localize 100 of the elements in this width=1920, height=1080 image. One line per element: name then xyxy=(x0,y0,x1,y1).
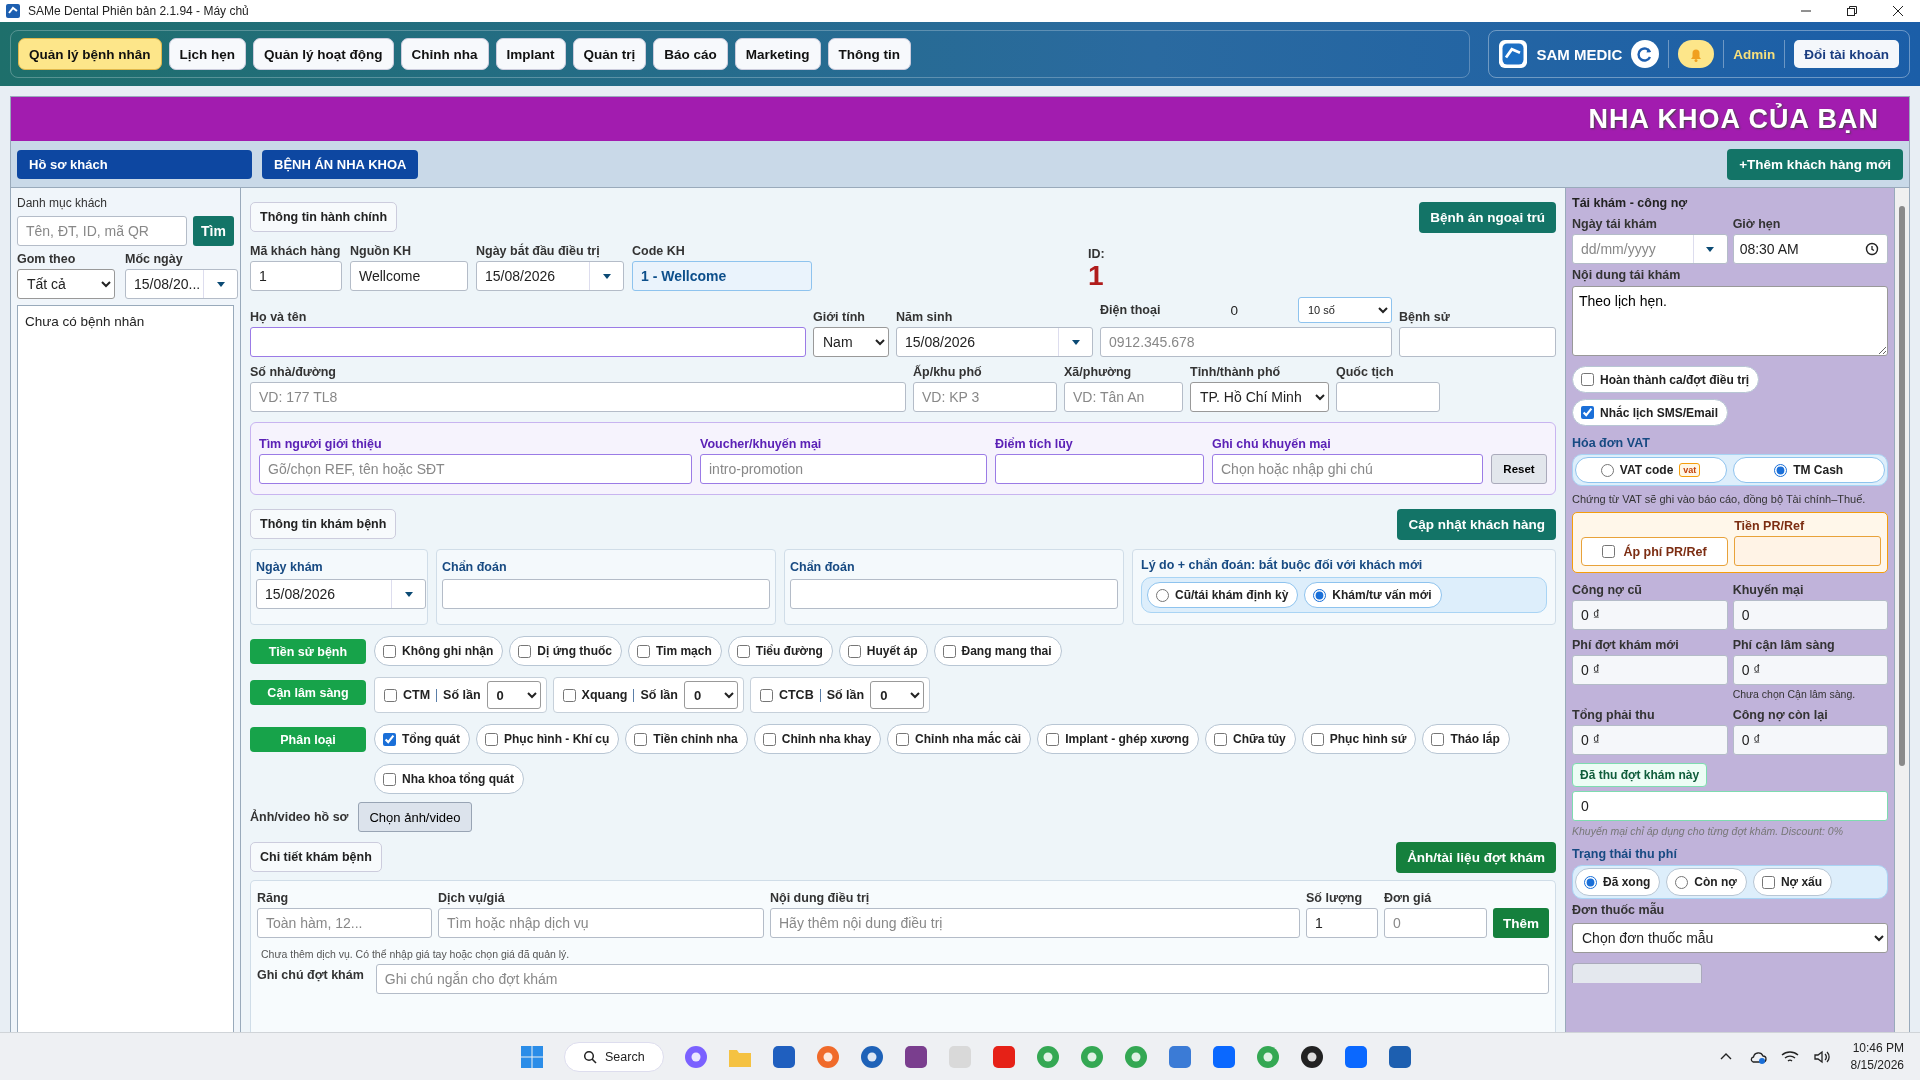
vat-option[interactable]: TM Cash xyxy=(1733,457,1886,483)
checkbox[interactable] xyxy=(383,644,396,658)
category-option[interactable]: Phục hình - Khí cụ xyxy=(476,724,620,754)
status-option[interactable]: Còn nợ xyxy=(1666,868,1747,896)
checkbox[interactable] xyxy=(485,732,498,746)
input-field[interactable]: intro-promotion xyxy=(700,454,987,484)
reset-button[interactable]: Reset xyxy=(1491,454,1547,484)
province-select[interactable]: TP. Hồ Chí Minh xyxy=(1190,382,1329,412)
search-field[interactable]: Tên, ĐT, ID, mã QR xyxy=(17,216,187,246)
checkbox[interactable] xyxy=(383,732,396,746)
amount-field[interactable]: 0 ₫ xyxy=(1732,725,1889,755)
taskbar-search[interactable]: Search xyxy=(564,1041,664,1072)
checkbox[interactable] xyxy=(1761,875,1775,889)
checkbox[interactable] xyxy=(518,644,532,658)
category-option[interactable]: Tháo lắp xyxy=(1422,724,1510,754)
diagnosis-field[interactable] xyxy=(442,579,770,609)
amount-field[interactable]: 0 xyxy=(1732,600,1889,630)
choose-media-button[interactable]: Chọn ảnh/video xyxy=(358,802,472,832)
nav-tab[interactable]: Quản lý bệnh nhân xyxy=(18,38,162,70)
checkbox[interactable] xyxy=(1046,732,1060,746)
speaker-icon[interactable] xyxy=(1812,1049,1831,1064)
checkbox[interactable] xyxy=(634,732,648,746)
add-service-button[interactable]: Thêm xyxy=(1493,908,1549,938)
status-option[interactable]: Đã xong xyxy=(1575,868,1661,896)
name-field[interactable] xyxy=(250,327,806,357)
toolbar-button[interactable]: BỆNH ÁN NHA KHOA xyxy=(262,149,419,179)
switch-account-button[interactable]: Đổi tài khoản xyxy=(1794,40,1899,68)
input-field[interactable] xyxy=(995,454,1204,484)
input-field[interactable]: Hãy thêm nội dung điều trị xyxy=(770,908,1300,938)
history-option[interactable]: Tiểu đường xyxy=(727,636,833,666)
amount-field[interactable]: 0 ₫ xyxy=(1572,655,1728,685)
group-select[interactable]: Tất cả xyxy=(17,269,115,299)
clock[interactable]: 10:46 PM 8/15/2026 xyxy=(1850,1039,1904,1074)
category-option[interactable]: Tiền chỉnh nha xyxy=(625,724,748,754)
toolbar-button[interactable]: Hồ sơ khách xyxy=(17,149,252,179)
nav-tab[interactable]: Lịch hẹn xyxy=(168,38,247,70)
date-field[interactable]: dd/mm/yyyy xyxy=(1572,234,1728,264)
circle-app-icon[interactable] xyxy=(815,1044,840,1069)
category-option[interactable]: Chỉnh nha mắc cài xyxy=(887,724,1032,754)
radio-button[interactable] xyxy=(1774,463,1788,477)
history-option[interactable]: Dị ứng thuốc xyxy=(509,636,622,666)
radio-button[interactable] xyxy=(1675,875,1689,889)
history-option[interactable]: Đang mang thai xyxy=(933,636,1062,666)
count-select[interactable]: 0 xyxy=(683,681,738,709)
option-toggle[interactable]: Nhắc lịch SMS/Email xyxy=(1572,399,1729,426)
checkbox[interactable] xyxy=(637,644,650,658)
phone-field[interactable]: 0912.345.678 xyxy=(1100,327,1392,357)
refresh-icon[interactable] xyxy=(1631,40,1660,68)
scrollbar[interactable] xyxy=(1895,188,1909,1032)
checkbox[interactable] xyxy=(1214,732,1228,746)
wifi-icon[interactable] xyxy=(1780,1049,1799,1064)
input-field[interactable]: 1 xyxy=(1306,908,1378,938)
input-field[interactable]: 0 xyxy=(1384,908,1487,938)
count-select[interactable]: 0 xyxy=(870,681,925,709)
cloud-icon[interactable] xyxy=(1748,1049,1767,1064)
nav-tab[interactable]: Implant xyxy=(495,38,566,70)
category-option[interactable]: Nha khoa tổng quát xyxy=(374,764,524,794)
date-field[interactable]: 15/08/2026 xyxy=(476,261,624,291)
status-option[interactable]: Nợ xấu xyxy=(1752,868,1833,896)
input-field[interactable] xyxy=(1399,327,1556,357)
radio-button[interactable] xyxy=(1313,588,1327,602)
checkbox[interactable] xyxy=(1431,732,1445,746)
note-field[interactable]: Ghi chú ngắn cho đợt khám xyxy=(375,964,1549,994)
digits-select[interactable]: 10 số xyxy=(1298,297,1392,323)
date-field[interactable]: 15/08/2026 xyxy=(896,327,1093,357)
nav-tab[interactable]: Báo cáo xyxy=(653,38,728,70)
vat-option[interactable]: VAT code vat xyxy=(1575,457,1728,483)
windows-logo-icon[interactable] xyxy=(520,1044,544,1069)
history-option[interactable]: Huyết áp xyxy=(838,636,928,666)
checkbox[interactable] xyxy=(384,688,397,702)
radio-button[interactable] xyxy=(1600,463,1614,477)
checkbox[interactable] xyxy=(1581,373,1594,386)
category-option[interactable]: Tổng quát xyxy=(374,724,470,754)
input-field[interactable]: Chọn hoặc nhập ghi chú xyxy=(1212,454,1483,484)
gender-select[interactable]: Nam xyxy=(813,327,889,357)
checkbox[interactable] xyxy=(1602,545,1616,558)
input-field[interactable]: 1 xyxy=(250,261,342,291)
input-field[interactable]: VD: Tân An xyxy=(1064,382,1183,412)
content-field[interactable]: Theo lịch hẹn. xyxy=(1572,286,1889,356)
add-customer-button[interactable]: +Thêm khách hàng mới xyxy=(1727,148,1903,180)
category-option[interactable]: Chữa tủy xyxy=(1205,724,1296,754)
reason-option[interactable]: Khám/tư vấn mới xyxy=(1304,582,1442,608)
outpatient-record-button[interactable]: Bệnh án ngoại trú xyxy=(1419,201,1556,233)
history-option[interactable]: Tim mạch xyxy=(628,636,722,666)
prescription-select[interactable]: Chọn đơn thuốc mẫu xyxy=(1572,923,1889,953)
bell-icon[interactable] xyxy=(1678,40,1715,68)
nav-tab[interactable]: Marketing xyxy=(734,38,821,70)
diagnosis-field[interactable] xyxy=(790,579,1118,609)
input-field[interactable] xyxy=(1336,382,1440,412)
radio-button[interactable] xyxy=(1584,875,1597,889)
checkbox[interactable] xyxy=(383,772,396,786)
close-icon[interactable] xyxy=(1892,5,1904,17)
paid-field[interactable]: 0 xyxy=(1572,791,1889,821)
amount-field[interactable] xyxy=(1734,536,1882,566)
restore-icon[interactable] xyxy=(1846,5,1858,17)
amount-field[interactable]: 0 ₫ xyxy=(1572,600,1728,630)
input-field[interactable]: Tìm hoặc nhập dịch vụ xyxy=(438,908,764,938)
input-field[interactable]: Wellcome xyxy=(350,261,468,291)
date-field[interactable]: 15/08/2026 xyxy=(256,579,426,609)
update-customer-button[interactable]: Cập nhật khách hàng xyxy=(1397,508,1556,540)
